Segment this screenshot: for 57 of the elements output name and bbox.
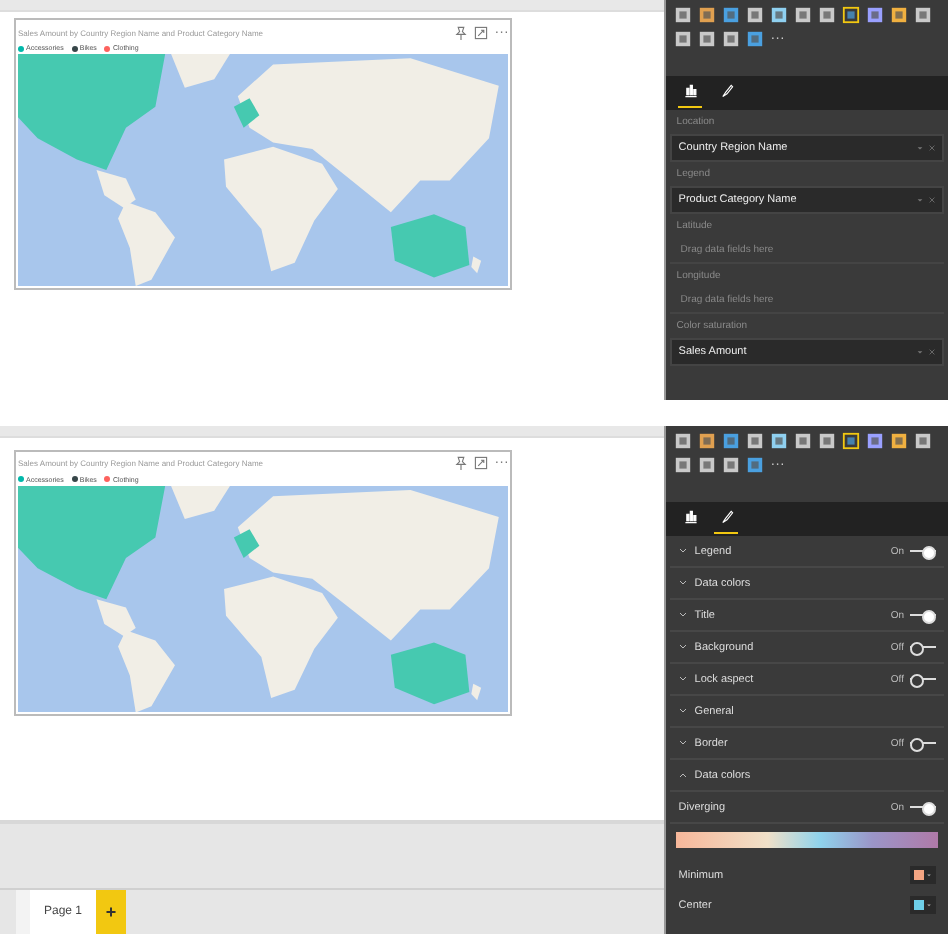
paintbrush-icon — [719, 510, 734, 524]
visual-type-icon[interactable] — [794, 6, 813, 24]
visual-type-icon[interactable] — [674, 432, 693, 450]
remove-icon[interactable] — [928, 196, 936, 204]
bar-chart-icon — [683, 84, 698, 98]
format-tab[interactable] — [714, 510, 739, 534]
visual-type-icon[interactable] — [842, 6, 861, 24]
toggle-switch[interactable] — [910, 609, 936, 621]
toggle-switch[interactable] — [910, 801, 936, 813]
visual-type-icon[interactable] — [698, 432, 717, 450]
focus-mode-icon[interactable] — [474, 25, 489, 39]
visual-type-icon[interactable] — [890, 6, 909, 24]
visual-type-icon[interactable] — [914, 432, 933, 450]
visual-type-icon[interactable] — [674, 6, 693, 24]
caret-icon — [926, 872, 932, 878]
visual-type-icon[interactable] — [866, 6, 885, 24]
visual-type-icon[interactable] — [890, 432, 909, 450]
visual-type-icon[interactable] — [746, 30, 765, 48]
toggle-switch[interactable] — [910, 673, 936, 685]
pin-icon[interactable] — [454, 25, 469, 39]
visual-type-icon[interactable] — [746, 432, 765, 450]
visual-type-icon[interactable] — [842, 432, 861, 450]
toggle-switch[interactable] — [910, 641, 936, 653]
pin-icon[interactable] — [454, 456, 469, 471]
visual-type-icon[interactable] — [866, 432, 885, 450]
color-picker[interactable] — [910, 896, 936, 914]
caret-icon — [926, 902, 932, 908]
dropdown-icon[interactable] — [916, 348, 924, 356]
visual-type-icon[interactable] — [698, 30, 717, 48]
paintbrush-icon — [719, 84, 734, 98]
visual-type-icon[interactable] — [818, 6, 837, 24]
visual-type-icon[interactable] — [722, 456, 741, 474]
dropdown-icon[interactable] — [916, 144, 924, 152]
visual-type-icon[interactable] — [914, 6, 933, 24]
remove-icon[interactable] — [928, 144, 936, 152]
focus-mode-icon[interactable] — [474, 456, 489, 471]
visual-type-icon[interactable] — [770, 432, 789, 450]
visual-type-icon[interactable] — [794, 432, 813, 450]
add-page-button[interactable]: + — [96, 890, 126, 934]
visual-type-icon[interactable] — [722, 432, 741, 450]
visual-type-icon[interactable] — [698, 6, 717, 24]
visual-type-icon[interactable] — [746, 6, 765, 24]
visual-type-icon[interactable] — [770, 6, 789, 24]
toggle-switch[interactable] — [910, 737, 936, 749]
toggle-switch[interactable] — [910, 545, 936, 557]
visual-type-icon[interactable] — [746, 456, 765, 474]
visual-type-icon[interactable] — [674, 456, 693, 474]
bar-chart-icon — [683, 510, 698, 524]
visual-type-icon[interactable] — [818, 432, 837, 450]
visual-type-icon[interactable] — [722, 6, 741, 24]
visual-type-icon[interactable] — [674, 30, 693, 48]
remove-icon[interactable] — [928, 348, 936, 356]
fields-tab[interactable] — [678, 84, 703, 108]
dropdown-icon[interactable] — [916, 196, 924, 204]
visual-type-icon[interactable] — [722, 30, 741, 48]
visual-type-icon[interactable] — [698, 456, 717, 474]
color-picker[interactable] — [910, 866, 936, 884]
